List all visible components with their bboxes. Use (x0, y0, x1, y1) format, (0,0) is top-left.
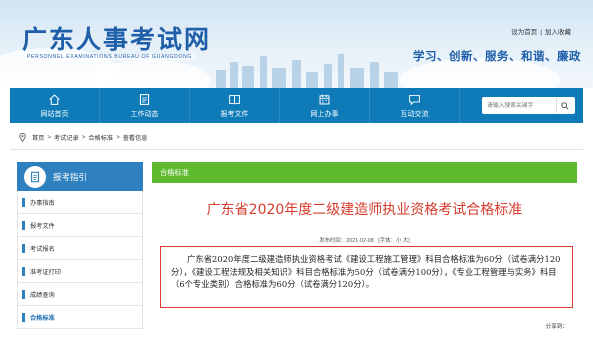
nav-item-label: 互动交流 (400, 110, 429, 118)
breadcrumb-separator: > (81, 133, 86, 141)
share-label: 分享到： (545, 324, 568, 330)
top-link-separator: | (540, 29, 542, 36)
city-skyline-image (216, 54, 398, 88)
guide-icon (24, 165, 46, 188)
search-box (482, 97, 575, 114)
add-favorite-link[interactable]: 加入收藏 (545, 29, 571, 36)
site-subtitle: PERSONNEL EXAMINATIONS BUREAU OF GUANGDO… (24, 54, 195, 60)
article-title: 广东省2020年度二级建造师执业资格考试合格标准 (206, 202, 523, 218)
document-icon (139, 93, 150, 105)
sidebar-item-pass-standard[interactable]: 合格标准 (18, 306, 142, 329)
item-marker (22, 243, 25, 253)
publish-time: 发布时间：2021-02-08 (319, 238, 374, 244)
site-title[interactable]: 广东人事考试网 (22, 20, 211, 56)
section-header: 合格标准 (152, 162, 577, 183)
article-body-box: 广东省2020年度二级建造师执业资格考试《建设工程施工管理》科目合格标准为60分… (160, 246, 573, 308)
sidebar-item-label: 报考文件 (30, 222, 55, 230)
breadcrumb-exam-records[interactable]: 考试记录 (54, 133, 79, 142)
item-marker (22, 289, 25, 299)
sidebar-item-exam-docs[interactable]: 报考文件 (18, 214, 142, 237)
divider (10, 149, 583, 150)
nav-item-label: 网上办事 (310, 110, 339, 118)
article-body: 广东省2020年度二级建造师执业资格考试《建设工程施工管理》科目合格标准为60分… (171, 254, 561, 289)
item-marker (22, 312, 25, 322)
nav-item-label: 工作动态 (130, 110, 159, 118)
sidebar-item-label: 准考证打印 (30, 268, 61, 276)
sidebar-title: 报考指引 (53, 171, 88, 182)
sidebar-item-label: 考试报名 (30, 245, 55, 253)
sidebar-item-label: 合格标准 (30, 314, 55, 322)
breadcrumb-current: 查看信息 (122, 134, 148, 142)
sidebar-item-registration[interactable]: 考试报名 (18, 237, 142, 260)
breadcrumb-pass-standard[interactable]: 合格标准 (88, 133, 113, 142)
breadcrumb: 首页 > 考试记录 > 合格标准 > 查看信息 (19, 130, 148, 144)
nav-item-online-service[interactable]: 网上办事 (280, 88, 370, 123)
font-size-bracket: ] (408, 238, 410, 244)
book-icon (229, 94, 240, 104)
sidebar-header: 报考指引 (17, 162, 143, 191)
sidebar-list: 办事指南 报考文件 考试报名 准考证打印 成绩查询 合格标准 (17, 191, 143, 329)
nav-item-label: 报考文件 (220, 110, 249, 118)
font-small-button[interactable]: 小 (396, 238, 401, 244)
breadcrumb-separator: > (47, 133, 51, 141)
item-marker (22, 197, 25, 207)
nav-item-label: 网站首页 (40, 110, 69, 118)
sidebar-item-score-query[interactable]: 成绩查询 (18, 283, 142, 306)
home-icon (49, 93, 60, 105)
calendar-icon (319, 94, 330, 104)
top-links: 设为首页 | 加入收藏 (511, 26, 571, 36)
nav-item-interaction[interactable]: 互动交流 (370, 88, 460, 123)
main-nav: 网站首页 工作动态 报考文件 网上办事 互动交流 (10, 88, 583, 123)
sidebar-item-label: 办事指南 (30, 199, 55, 207)
location-pin-icon (19, 132, 26, 142)
site-slogan: 学习、创新、服务、和谐、廉政 (413, 51, 581, 63)
chat-icon (409, 94, 420, 106)
nav-item-home[interactable]: 网站首页 (10, 88, 100, 123)
article-meta: 发布时间：2021-02-08 [字体：小 大] (152, 236, 577, 244)
item-marker (22, 266, 25, 276)
sidebar-item-admission-ticket[interactable]: 准考证打印 (18, 260, 142, 283)
sidebar: 报考指引 办事指南 报考文件 考试报名 准考证打印 成绩查询 合格标准 (17, 162, 143, 329)
set-homepage-link[interactable]: 设为首页 (511, 29, 537, 36)
site-header: 广东人事考试网 PERSONNEL EXAMINATIONS BUREAU OF… (0, 0, 593, 88)
font-size-label: [字体： (378, 238, 396, 244)
section-label: 合格标准 (160, 167, 189, 177)
item-marker (22, 220, 25, 230)
search-button[interactable] (556, 98, 573, 113)
breadcrumb-home[interactable]: 首页 (32, 133, 44, 142)
search-icon (561, 101, 569, 110)
nav-item-exam-docs[interactable]: 报考文件 (190, 88, 280, 123)
breadcrumb-separator: > (116, 133, 120, 141)
search-input[interactable] (482, 98, 556, 113)
sidebar-item-label: 成绩查询 (30, 291, 55, 299)
nav-item-news[interactable]: 工作动态 (100, 88, 190, 123)
sidebar-item-guide[interactable]: 办事指南 (18, 191, 142, 214)
